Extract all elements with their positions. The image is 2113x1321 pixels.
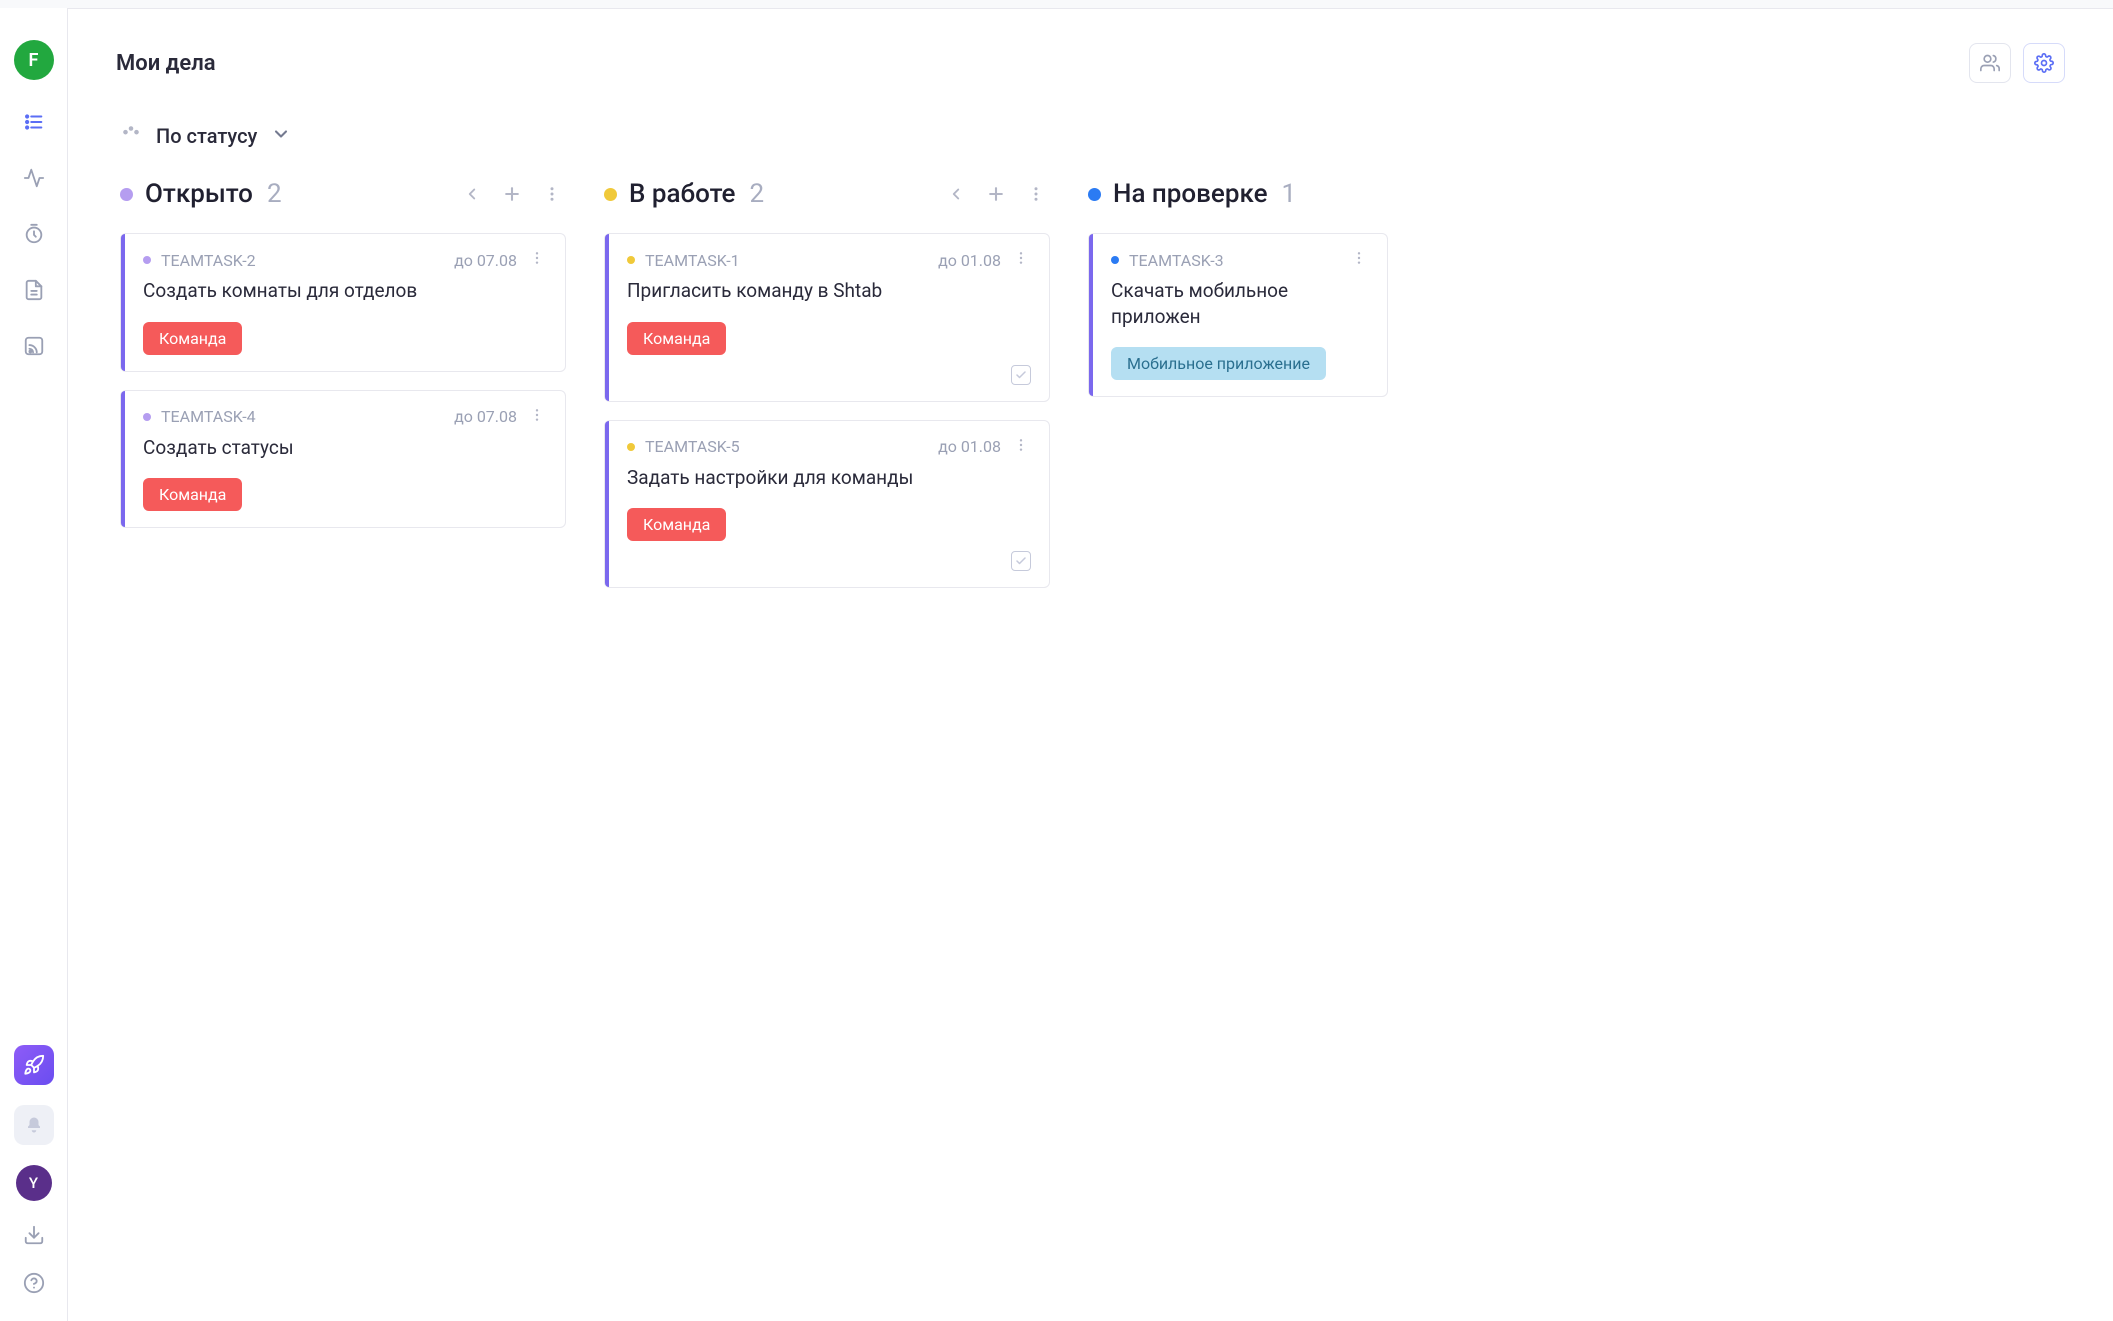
card-footer bbox=[627, 551, 1031, 571]
add-task-button[interactable] bbox=[498, 180, 526, 208]
task-title: Создать комнаты для отделов bbox=[143, 278, 547, 304]
timer-icon[interactable] bbox=[20, 220, 48, 248]
board-column: В работе 2 TEAMTASK-1 до 01.08 Пригласить ко… bbox=[604, 177, 1050, 1281]
column-count: 2 bbox=[749, 179, 764, 209]
task-id: TEAMTASK-3 bbox=[1129, 251, 1224, 270]
workspace-avatar[interactable]: F bbox=[14, 40, 54, 80]
task-status-dot bbox=[627, 256, 635, 264]
column-collapse-button[interactable] bbox=[458, 180, 486, 208]
task-title: Задать настройки для команды bbox=[627, 465, 1031, 491]
column-status-dot bbox=[1088, 188, 1101, 201]
card-header-row: TEAMTASK-3 bbox=[1111, 250, 1369, 270]
kanban-board: Открыто 2 TEAMTASK-2 до 07.08 Создать комнат… bbox=[68, 177, 2113, 1321]
main-content: Мои дела По статусу Открыто 2 TEAMTASK-2 до… bbox=[68, 8, 2113, 1321]
task-tag[interactable]: Команда bbox=[143, 322, 242, 355]
task-card[interactable]: TEAMTASK-4 до 07.08 Создать статусы Команда bbox=[120, 390, 566, 529]
task-status-dot bbox=[1111, 256, 1119, 264]
subtask-icon[interactable] bbox=[1011, 551, 1031, 571]
task-due-date: до 07.08 bbox=[454, 407, 517, 426]
task-menu-button[interactable] bbox=[527, 250, 547, 270]
column-header: Открыто 2 bbox=[120, 177, 566, 211]
card-header-row: TEAMTASK-4 до 07.08 bbox=[143, 407, 547, 427]
column-status-dot bbox=[120, 188, 133, 201]
board-column: Открыто 2 TEAMTASK-2 до 07.08 Создать комнат… bbox=[120, 177, 566, 1281]
add-task-button[interactable] bbox=[982, 180, 1010, 208]
task-menu-button[interactable] bbox=[1349, 250, 1369, 270]
task-menu-button[interactable] bbox=[527, 407, 547, 427]
task-tag[interactable]: Мобильное приложение bbox=[1111, 347, 1326, 380]
column-title: На проверке bbox=[1113, 179, 1268, 209]
page-title: Мои дела bbox=[116, 51, 216, 76]
sidebar: F Y bbox=[0, 8, 68, 1321]
task-id: TEAMTASK-4 bbox=[161, 407, 256, 426]
task-card[interactable]: TEAMTASK-3 Скачать мобильное приложен Моби… bbox=[1088, 233, 1388, 397]
task-menu-button[interactable] bbox=[1011, 250, 1031, 270]
column-menu-button[interactable] bbox=[1022, 180, 1050, 208]
help-icon[interactable] bbox=[20, 1269, 48, 1297]
cards-container: TEAMTASK-1 до 01.08 Пригласить команду в S… bbox=[604, 233, 1050, 588]
board-column: На проверке 1 TEAMTASK-3 Скачать мобильное … bbox=[1088, 177, 1388, 1281]
grouping-label: По статусу bbox=[156, 124, 257, 148]
chevron-down-icon bbox=[271, 124, 291, 148]
column-count: 2 bbox=[267, 179, 282, 209]
task-card[interactable]: TEAMTASK-5 до 01.08 Задать настройки для к… bbox=[604, 420, 1050, 589]
task-due-date: до 07.08 bbox=[454, 251, 517, 270]
rocket-button[interactable] bbox=[14, 1045, 54, 1085]
task-title: Пригласить команду в Shtab bbox=[627, 278, 1031, 304]
document-icon[interactable] bbox=[20, 276, 48, 304]
column-header: В работе 2 bbox=[604, 177, 1050, 211]
task-id: TEAMTASK-1 bbox=[645, 251, 740, 270]
task-status-dot bbox=[143, 413, 151, 421]
task-due-date: до 01.08 bbox=[938, 251, 1001, 270]
list-icon[interactable] bbox=[20, 108, 48, 136]
page-header: Мои дела bbox=[68, 9, 2113, 83]
column-title: В работе bbox=[629, 179, 735, 209]
column-count: 1 bbox=[1282, 179, 1297, 209]
task-title: Создать статусы bbox=[143, 435, 547, 461]
task-id: TEAMTASK-2 bbox=[161, 251, 256, 270]
members-button[interactable] bbox=[1969, 43, 2011, 83]
task-card[interactable]: TEAMTASK-2 до 07.08 Создать комнаты для от… bbox=[120, 233, 566, 372]
download-icon[interactable] bbox=[20, 1221, 48, 1249]
activity-icon[interactable] bbox=[20, 164, 48, 192]
task-card[interactable]: TEAMTASK-1 до 01.08 Пригласить команду в S… bbox=[604, 233, 1050, 402]
column-menu-button[interactable] bbox=[538, 180, 566, 208]
task-status-dot bbox=[627, 443, 635, 451]
task-menu-button[interactable] bbox=[1011, 437, 1031, 457]
task-status-dot bbox=[143, 256, 151, 264]
card-footer bbox=[627, 365, 1031, 385]
cards-container: TEAMTASK-2 до 07.08 Создать комнаты для от… bbox=[120, 233, 566, 528]
column-collapse-button[interactable] bbox=[942, 180, 970, 208]
task-tag[interactable]: Команда bbox=[627, 322, 726, 355]
task-tag[interactable]: Команда bbox=[143, 478, 242, 511]
task-title: Скачать мобильное приложен bbox=[1111, 278, 1369, 329]
subtask-icon[interactable] bbox=[1011, 365, 1031, 385]
cards-container: TEAMTASK-3 Скачать мобильное приложен Моби… bbox=[1088, 233, 1388, 397]
card-header-row: TEAMTASK-1 до 01.08 bbox=[627, 250, 1031, 270]
grouping-selector[interactable]: По статусу bbox=[68, 83, 2113, 177]
task-id: TEAMTASK-5 bbox=[645, 437, 740, 456]
card-header-row: TEAMTASK-2 до 07.08 bbox=[143, 250, 547, 270]
column-status-dot bbox=[604, 188, 617, 201]
task-due-date: до 01.08 bbox=[938, 437, 1001, 456]
settings-button[interactable] bbox=[2023, 43, 2065, 83]
task-tag[interactable]: Команда bbox=[627, 508, 726, 541]
user-avatar[interactable]: Y bbox=[16, 1165, 52, 1201]
column-header: На проверке 1 bbox=[1088, 177, 1388, 211]
card-header-row: TEAMTASK-5 до 01.08 bbox=[627, 437, 1031, 457]
grouping-icon bbox=[120, 123, 142, 149]
bell-button[interactable] bbox=[14, 1105, 54, 1145]
feed-icon[interactable] bbox=[20, 332, 48, 360]
column-title: Открыто bbox=[145, 179, 253, 209]
